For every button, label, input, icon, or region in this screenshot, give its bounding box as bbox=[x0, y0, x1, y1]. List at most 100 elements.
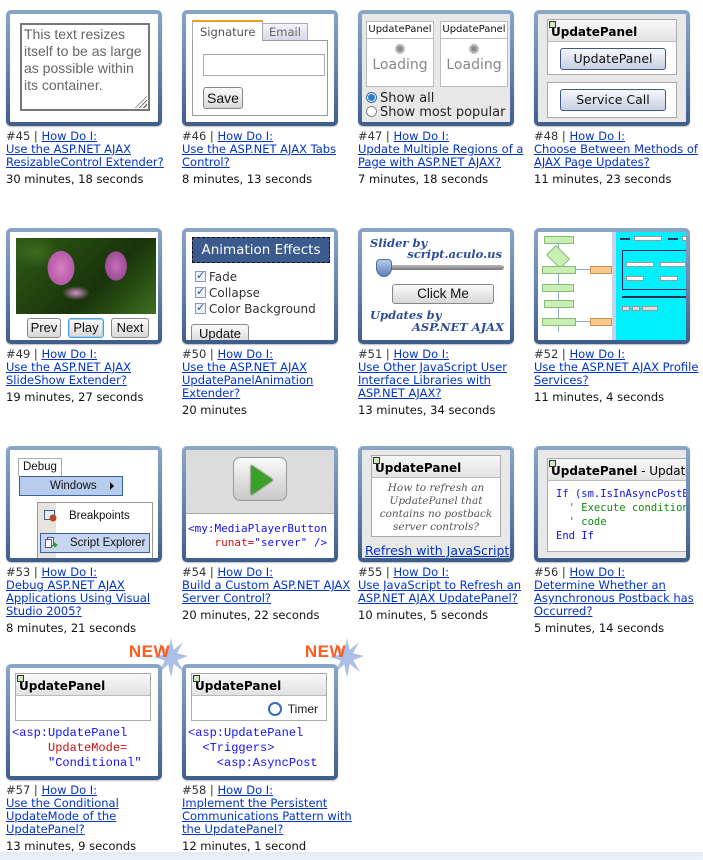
how-do-i-link[interactable]: How Do I: bbox=[41, 783, 97, 797]
code-line: End If bbox=[556, 530, 594, 542]
video-title-link[interactable]: Use the ASP.NET AJAX Tabs Control? bbox=[182, 142, 336, 169]
water-lily-photo bbox=[16, 238, 156, 314]
breakpoints-icon bbox=[44, 510, 57, 522]
code-value: "server" bbox=[254, 536, 308, 549]
thumbnail[interactable]: UpdatePanel - UpdatePane If (sm.IsInAsyn… bbox=[534, 446, 690, 562]
video-title-link[interactable]: Use JavaScript to Refresh an ASP.NET AJA… bbox=[358, 578, 521, 605]
loading-text: Loading bbox=[372, 57, 428, 73]
service-call-box: Service Call bbox=[547, 82, 677, 118]
code-snippet: <asp:UpdatePanel UpdateMode= "Conditiona… bbox=[12, 726, 142, 771]
slider-track bbox=[378, 265, 504, 270]
thumbnail[interactable]: UpdatePanel <asp:UpdatePanel UpdateMode=… bbox=[6, 664, 162, 780]
update-panel-designer: UpdatePanel UpdatePanel bbox=[547, 19, 677, 75]
thumbnail[interactable]: Debug Windows Breakpoints Script Explore… bbox=[6, 446, 162, 562]
video-caption: #56 | How Do I: Determine Whether an Asy… bbox=[534, 566, 703, 635]
play-icon bbox=[251, 465, 273, 495]
updatepanel-button: UpdatePanel bbox=[560, 48, 666, 70]
video-title-link[interactable]: Build a Custom ASP.NET AJAX Server Contr… bbox=[182, 578, 350, 605]
thumbnail[interactable]: This text resizes itself to be as large … bbox=[6, 10, 162, 126]
new-label: NEW bbox=[304, 642, 346, 661]
item-label: Script Explorer bbox=[70, 537, 146, 549]
video-title-link[interactable]: Debug ASP.NET AJAX Applications Using Vi… bbox=[6, 578, 150, 618]
code-comment: ' code bbox=[556, 516, 607, 528]
timer-icon bbox=[267, 702, 282, 716]
video-number: #56 | bbox=[534, 565, 566, 579]
video-title-link[interactable]: Use the ASP.NET AJAX SlideShow Extender? bbox=[6, 360, 131, 387]
video-title-link[interactable]: Use the Conditional UpdateMode of the Up… bbox=[6, 796, 119, 836]
thumbnail[interactable]: UpdatePanel How to refresh an UpdatePane… bbox=[358, 446, 514, 562]
how-do-i-link[interactable]: How Do I: bbox=[41, 129, 97, 143]
checkbox-checked-icon bbox=[195, 269, 206, 283]
how-do-i-link[interactable]: How Do I: bbox=[41, 565, 97, 579]
video-duration: 11 minutes, 4 seconds bbox=[534, 390, 665, 404]
update-panel-title: UpdatePanel bbox=[375, 461, 462, 475]
how-do-i-link[interactable]: How Do I: bbox=[393, 129, 449, 143]
how-do-i-link[interactable]: How Do I: bbox=[569, 347, 625, 361]
how-do-i-link[interactable]: How Do I: bbox=[393, 347, 449, 361]
how-do-i-link[interactable]: How Do I: bbox=[217, 347, 273, 361]
video-caption: #58 | How Do I: Implement the Persistent… bbox=[182, 784, 357, 853]
video-duration: 13 minutes, 34 seconds bbox=[358, 403, 496, 417]
thumbnail[interactable]: Slider by script.aculo.us Click Me Updat… bbox=[358, 228, 514, 344]
smart-tag-icon bbox=[549, 460, 556, 467]
thumbnail[interactable]: UpdatePanel ✺ Loading UpdatePanel ✺ Load… bbox=[358, 10, 514, 126]
update-button: Update bbox=[191, 324, 249, 340]
how-do-i-link[interactable]: How Do I: bbox=[569, 565, 625, 579]
checkbox-label: Color Background bbox=[209, 302, 316, 316]
windows-label: Windows bbox=[50, 480, 97, 492]
update-panel-box: UpdatePanel ✺ Loading bbox=[366, 21, 434, 87]
video-caption: #48 | How Do I: Choose Between Methods o… bbox=[534, 130, 703, 186]
video-title-link[interactable]: Update Multiple Regions of a Page with A… bbox=[358, 142, 523, 169]
service-call-button: Service Call bbox=[560, 89, 666, 111]
how-do-i-link[interactable]: How Do I: bbox=[217, 129, 273, 143]
thumbnail[interactable]: UpdatePanel UpdatePanel Service Call bbox=[534, 10, 690, 126]
video-title-link[interactable]: Use the ASP.NET AJAX UpdatePanelAnimatio… bbox=[182, 360, 313, 400]
prev-button: Prev bbox=[27, 318, 61, 338]
new-label: NEW bbox=[128, 642, 170, 661]
thumbnail[interactable]: UpdatePanel Timer <asp:UpdatePanel <Trig… bbox=[182, 664, 338, 780]
video-title-link[interactable]: Use Other JavaScript User Interface Libr… bbox=[358, 360, 507, 400]
thumbnail[interactable]: <my:MediaPlayerButton runat="server" /> bbox=[182, 446, 338, 562]
code-attr: runat= bbox=[214, 536, 255, 549]
thumbnail[interactable]: Prev Play Next bbox=[6, 228, 162, 344]
video-duration: 20 minutes bbox=[182, 403, 247, 417]
video-duration: 8 minutes, 21 seconds bbox=[6, 621, 137, 635]
slider-thumb bbox=[376, 259, 392, 277]
video-caption: #57 | How Do I: Use the Conditional Upda… bbox=[6, 784, 181, 853]
video-number: #47 | bbox=[358, 129, 390, 143]
code-line: If (sm.IsInAsyncPostBack) bbox=[556, 488, 686, 500]
next-button: Next bbox=[111, 318, 149, 338]
play-button: Play bbox=[68, 318, 104, 338]
update-panel-header: UpdatePanel bbox=[441, 22, 507, 39]
spinner-icon: ✺ bbox=[468, 42, 480, 58]
video-number: #51 | bbox=[358, 347, 390, 361]
video-number: #52 | bbox=[534, 347, 566, 361]
aspnet-ajax-label: ASP.NET AJAX bbox=[411, 320, 504, 334]
video-number: #50 | bbox=[182, 347, 214, 361]
video-title-link[interactable]: Choose Between Methods of AJAX Page Upda… bbox=[534, 142, 698, 169]
checkbox-color-background: Color Background bbox=[195, 301, 316, 316]
loading-text: Loading bbox=[446, 57, 502, 73]
how-do-i-link[interactable]: How Do I: bbox=[393, 565, 449, 579]
debug-menu: Debug bbox=[18, 458, 62, 476]
resizable-text: This text resizes itself to be as large … bbox=[24, 26, 142, 93]
video-title-link[interactable]: Use the ASP.NET AJAX Profile Services? bbox=[534, 360, 698, 387]
how-do-i-link[interactable]: How Do I: bbox=[217, 565, 273, 579]
video-title-link[interactable]: Use the ASP.NET AJAX ResizableControl Ex… bbox=[6, 142, 164, 169]
resizable-panel: This text resizes itself to be as large … bbox=[20, 23, 150, 111]
tab-signature: Signature bbox=[192, 20, 264, 41]
video-title-link[interactable]: Determine Whether an Asynchronous Postba… bbox=[534, 578, 694, 618]
radio-unselected-icon bbox=[366, 106, 377, 117]
how-do-i-link[interactable]: How Do I: bbox=[41, 347, 97, 361]
video-title-link[interactable]: Implement the Persistent Communications … bbox=[182, 796, 352, 836]
how-do-i-link[interactable]: How Do I: bbox=[569, 129, 625, 143]
thumbnail[interactable]: Signature Email Save bbox=[182, 10, 338, 126]
flowchart-diagram bbox=[538, 232, 616, 340]
how-do-i-link[interactable]: How Do I: bbox=[217, 783, 273, 797]
video-duration: 20 minutes, 22 seconds bbox=[182, 608, 320, 622]
update-panel-title: UpdatePanel bbox=[551, 25, 638, 39]
thumbnail[interactable]: Animation Effects Fade Collapse Color Ba… bbox=[182, 228, 338, 344]
update-panel-designer: UpdatePanel Timer bbox=[191, 673, 327, 721]
code-snippet: If (sm.IsInAsyncPostBack) ' Execute cond… bbox=[556, 487, 686, 543]
thumbnail[interactable] bbox=[534, 228, 690, 344]
